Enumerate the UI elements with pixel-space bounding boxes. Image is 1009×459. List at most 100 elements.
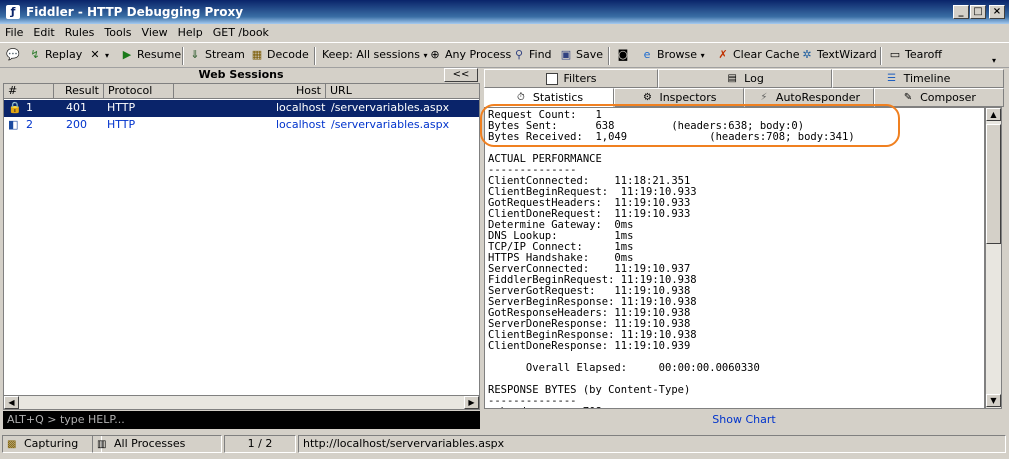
window-title: Fiddler - HTTP Debugging Proxy: [26, 5, 244, 19]
session-row[interactable]: ◧ 2 200 HTTP localhost /servervariables.…: [4, 117, 479, 134]
session-protocol: HTTP: [107, 101, 136, 114]
menu-view[interactable]: View: [137, 24, 173, 39]
column-header-host[interactable]: Host: [174, 84, 326, 99]
sessions-grid: # Result Protocol Host URL 🔒 1 401 HTTP …: [3, 83, 480, 409]
tab-timeline[interactable]: ☰ Timeline: [832, 69, 1004, 88]
toolbar-separator: [880, 47, 882, 65]
session-host: localhost: [276, 118, 326, 131]
replay-button[interactable]: ↯ Replay: [28, 47, 82, 65]
textwizard-icon: ✲: [802, 48, 812, 61]
statistics-panel: Request Count: 1 Bytes Sent: 638 (header…: [484, 107, 985, 409]
session-url: /servervariables.aspx: [331, 101, 450, 114]
statistics-vertical-scrollbar[interactable]: ▲ ▼: [985, 107, 1002, 409]
status-bar: ▩ Capturing ▥ All Processes 1 / 2 http://l…: [0, 433, 1009, 455]
any-process-button[interactable]: ⊕ Any Process: [428, 47, 511, 65]
browse-button[interactable]: e Browse ▾: [640, 47, 705, 65]
column-header-url[interactable]: URL: [326, 84, 479, 99]
composer-icon: ✎: [903, 92, 913, 103]
show-chart-link[interactable]: Show Chart: [484, 410, 1004, 430]
stopwatch-icon: ⏱: [516, 92, 525, 103]
scroll-left-icon[interactable]: ◀: [4, 396, 19, 409]
screenshot-button[interactable]: ◙: [616, 47, 633, 65]
quickexec-input[interactable]: ALT+Q > type HELP...: [3, 411, 480, 429]
process-filter[interactable]: ▥ All Processes: [92, 435, 222, 453]
stream-icon: ⇓: [190, 48, 200, 61]
scroll-up-icon[interactable]: ▲: [986, 108, 1001, 121]
toolbar-separator: [608, 47, 610, 65]
web-sessions-header: Web Sessions: [3, 68, 479, 83]
scroll-down-icon[interactable]: ▼: [986, 394, 1001, 407]
speech-bubble-icon: 💬: [6, 48, 20, 61]
menu-get-book[interactable]: GET /book: [208, 24, 274, 39]
camera-icon: ◙: [617, 48, 629, 61]
clear-cache-icon: ✗: [718, 48, 728, 61]
session-count: 1 / 2: [224, 435, 296, 453]
replay-icon: ↯: [30, 48, 40, 61]
keep-sessions-dropdown[interactable]: Keep: All sessions ▾: [322, 47, 427, 65]
title-bar: ƒ Fiddler - HTTP Debugging Proxy _ □ ×: [0, 0, 1009, 24]
menu-help[interactable]: Help: [173, 24, 208, 39]
column-header-number[interactable]: #: [4, 84, 54, 99]
crosshair-icon: ⊕: [430, 48, 440, 61]
tearoff-button[interactable]: ▭ Tearoff: [888, 47, 942, 65]
sessions-horizontal-scrollbar[interactable]: ◀ ▶: [3, 395, 480, 410]
session-url: /servervariables.aspx: [331, 118, 450, 131]
scroll-right-icon[interactable]: ▶: [464, 396, 479, 409]
menu-file[interactable]: File: [0, 24, 28, 39]
comment-button[interactable]: 💬: [6, 47, 23, 65]
save-icon: ▣: [560, 48, 572, 61]
close-button[interactable]: ×: [989, 5, 1005, 19]
toolbar: 💬 ↯ Replay ✕ ▾ ▶ Resume ⇓ Stream ▦ Decode Kee…: [0, 42, 1009, 68]
session-result: 200: [66, 118, 87, 131]
ie-icon: e: [643, 48, 651, 61]
session-protocol: HTTP: [107, 118, 136, 131]
play-icon: ▶: [122, 48, 132, 61]
dropdown-arrow-icon: ▾: [423, 51, 428, 60]
decode-button[interactable]: ▦ Decode: [250, 47, 309, 65]
collapse-button[interactable]: <<: [444, 68, 478, 82]
tab-composer[interactable]: ✎ Composer: [874, 88, 1004, 107]
session-number: 2: [26, 118, 33, 131]
scroll-thumb[interactable]: [986, 124, 1001, 244]
session-row[interactable]: 🔒 1 401 HTTP localhost /servervariables.…: [4, 100, 479, 117]
tabs-row-1: Filters ▤ Log ☰ Timeline: [484, 69, 1004, 88]
textwizard-button[interactable]: ✲ TextWizard: [800, 47, 876, 65]
menu-bar: File Edit Rules Tools View Help GET /book: [0, 24, 1009, 42]
menu-edit[interactable]: Edit: [28, 24, 59, 39]
statistics-text: Request Count: 1 Bytes Sent: 638 (header…: [488, 109, 855, 409]
toolbar-separator: [314, 47, 316, 65]
menu-tools[interactable]: Tools: [99, 24, 136, 39]
timeline-icon: ☰: [887, 73, 897, 84]
capturing-icon: ▩: [7, 439, 17, 450]
fiddler-logo-icon: ƒ: [6, 5, 20, 19]
tab-log[interactable]: ▤ Log: [658, 69, 832, 88]
stream-button[interactable]: ⇓ Stream: [188, 47, 244, 65]
capturing-toggle[interactable]: ▩ Capturing: [2, 435, 102, 453]
remove-button[interactable]: ✕ ▾: [88, 47, 109, 65]
dropdown-arrow-icon: ▾: [700, 51, 705, 60]
session-number: 1: [26, 101, 33, 114]
checkbox-icon: [545, 73, 558, 85]
column-header-result[interactable]: Result: [54, 84, 104, 99]
maximize-button[interactable]: □: [970, 5, 986, 19]
find-button[interactable]: ⚲ Find: [512, 47, 552, 65]
toolbar-separator: [182, 47, 184, 65]
lock-icon: 🔒: [8, 101, 22, 114]
menu-rules[interactable]: Rules: [60, 24, 100, 39]
session-result: 401: [66, 101, 87, 114]
processes-icon: ▥: [97, 439, 107, 450]
clear-cache-button[interactable]: ✗ Clear Cache: [716, 47, 799, 65]
minimize-button[interactable]: _: [953, 5, 969, 19]
decode-icon: ▦: [251, 48, 263, 61]
x-icon: ✕: [90, 48, 100, 61]
status-url: http://localhost/servervariables.aspx: [298, 435, 1006, 453]
document-icon: ◧: [8, 118, 19, 131]
save-button[interactable]: ▣ Save: [559, 47, 603, 65]
tab-filters[interactable]: Filters: [484, 69, 658, 88]
session-host: localhost: [276, 101, 326, 114]
dropdown-arrow-icon: ▾: [105, 51, 110, 60]
log-icon: ▤: [727, 73, 737, 84]
resume-button[interactable]: ▶ Resume: [120, 47, 181, 65]
lightning-icon: ⚡: [760, 92, 768, 103]
column-header-protocol[interactable]: Protocol: [104, 84, 174, 99]
